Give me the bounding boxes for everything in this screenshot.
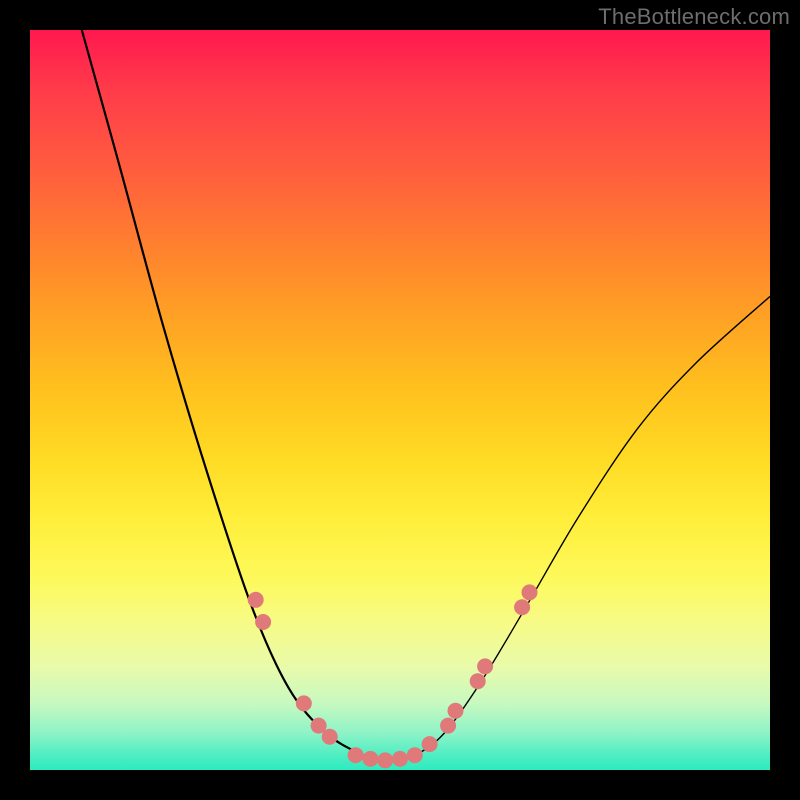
data-markers	[248, 584, 538, 768]
data-marker	[362, 751, 378, 767]
data-marker	[440, 718, 456, 734]
data-marker	[514, 599, 530, 615]
data-marker	[477, 658, 493, 674]
data-marker	[255, 614, 271, 630]
data-marker	[470, 673, 486, 689]
chart-frame: TheBottleneck.com	[0, 0, 800, 800]
data-marker	[348, 747, 364, 763]
left-curve	[82, 30, 385, 763]
data-marker	[422, 736, 438, 752]
data-marker	[248, 592, 264, 608]
data-marker	[448, 703, 464, 719]
watermark-text: TheBottleneck.com	[598, 4, 790, 30]
data-marker	[392, 751, 408, 767]
right-curve	[385, 296, 770, 762]
data-marker	[296, 695, 312, 711]
chart-svg	[30, 30, 770, 770]
data-marker	[377, 752, 393, 768]
data-marker	[522, 584, 538, 600]
data-marker	[407, 747, 423, 763]
data-marker	[322, 729, 338, 745]
